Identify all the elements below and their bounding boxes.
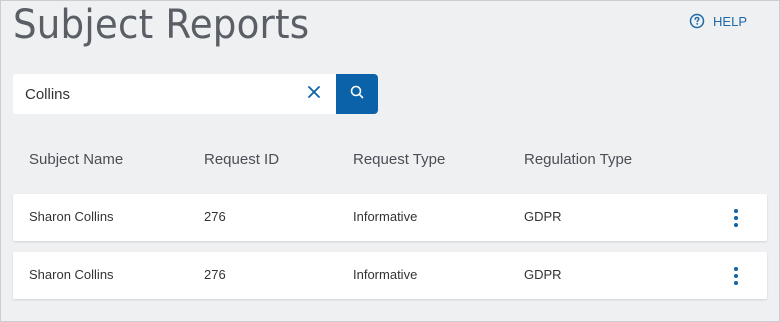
kebab-menu-icon[interactable] bbox=[729, 265, 743, 287]
column-header-request-id[interactable]: Request ID bbox=[204, 151, 279, 168]
column-header-subject-name[interactable]: Subject Name bbox=[29, 151, 123, 168]
close-icon bbox=[308, 85, 320, 103]
cell-subject-name: Sharon Collins bbox=[29, 267, 114, 282]
cell-request-id: 276 bbox=[204, 209, 226, 224]
cell-request-id: 276 bbox=[204, 267, 226, 282]
cell-request-type: Informative bbox=[353, 267, 418, 282]
cell-regulation-type: GDPR bbox=[524, 209, 562, 224]
table-row[interactable]: Sharon Collins 276 Informative GDPR bbox=[13, 252, 767, 299]
kebab-menu-icon[interactable] bbox=[729, 207, 743, 229]
search-icon bbox=[350, 85, 364, 104]
help-link[interactable]: HELP bbox=[689, 13, 747, 29]
cell-subject-name: Sharon Collins bbox=[29, 209, 114, 224]
help-label: HELP bbox=[713, 13, 747, 29]
table-row[interactable]: Sharon Collins 276 Informative GDPR bbox=[13, 194, 767, 241]
cell-request-type: Informative bbox=[353, 209, 418, 224]
search-input[interactable] bbox=[13, 74, 336, 114]
cell-regulation-type: GDPR bbox=[524, 267, 562, 282]
page-title: Subject Reports bbox=[13, 2, 310, 48]
search-bar bbox=[13, 74, 378, 114]
search-button[interactable] bbox=[336, 74, 378, 114]
column-header-request-type[interactable]: Request Type bbox=[353, 151, 445, 168]
clear-search-button[interactable] bbox=[302, 82, 326, 106]
subject-reports-page: Subject Reports HELP Collins Subject Nam… bbox=[0, 0, 780, 322]
question-circle-icon bbox=[689, 13, 705, 29]
column-header-regulation-type[interactable]: Regulation Type bbox=[524, 151, 632, 168]
